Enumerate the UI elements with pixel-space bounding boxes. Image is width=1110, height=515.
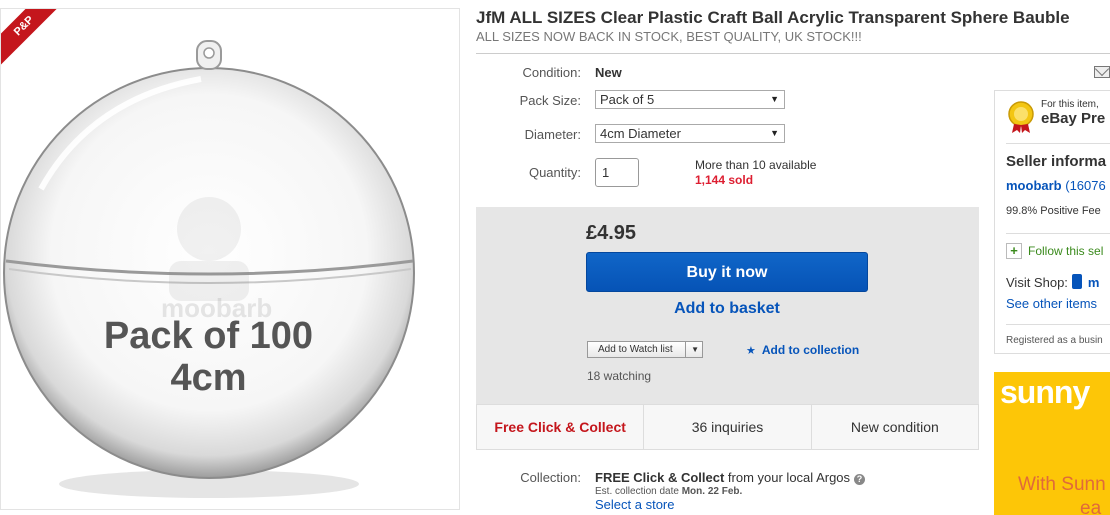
add-to-collection-label: Add to collection xyxy=(761,343,860,357)
collection-from-text: from your local Argos xyxy=(724,470,851,485)
watch-list-label: Add to Watch list xyxy=(598,344,673,355)
title-divider xyxy=(476,53,1110,54)
buy-it-now-button[interactable]: Buy it now xyxy=(586,252,868,292)
shop-icon xyxy=(1071,274,1082,289)
pack-size-select[interactable]: Pack of 5 ▼ xyxy=(595,90,785,109)
feature-inquiries: 36 inquiries xyxy=(644,405,812,449)
product-image xyxy=(3,40,415,498)
feature-strip: Free Click & Collect 36 inquiries New co… xyxy=(476,404,979,450)
collection-date: Est. collection date Mon. 22 Feb. xyxy=(595,486,742,497)
pack-overlay-line1: Pack of 100 xyxy=(103,315,314,357)
seller-info-heading: Seller informa xyxy=(1006,153,1107,170)
feature-click-collect: Free Click & Collect xyxy=(477,405,645,449)
collection-label: Collection: xyxy=(520,470,581,485)
visit-shop[interactable]: Visit Shop: m xyxy=(1006,274,1099,290)
ad-logo: sunny xyxy=(1000,374,1090,410)
collection-free-text: FREE Click & Collect xyxy=(595,470,725,485)
see-other-items-link[interactable]: See other items xyxy=(1006,296,1097,311)
help-icon[interactable]: ? xyxy=(854,474,866,485)
add-to-basket-button[interactable]: Add to basket xyxy=(586,300,868,318)
pack-overlay-text: Pack of 100 4cm xyxy=(61,315,356,399)
sidebar-divider xyxy=(1006,233,1110,234)
dropdown-arrow-icon: ▼ xyxy=(770,94,779,104)
premium-title: eBay Pre xyxy=(1041,110,1106,127)
visit-shop-label: Visit Shop: xyxy=(1006,275,1068,290)
seller-score: (16076 xyxy=(1061,178,1106,193)
seller-name-link[interactable]: moobarb (16076 xyxy=(1006,178,1106,193)
listing-title: JfM ALL SIZES Clear Plastic Craft Ball A… xyxy=(476,8,1070,27)
sold-count[interactable]: 1,144 sold xyxy=(695,173,753,187)
seller-name: moobarb xyxy=(1006,178,1062,193)
medal-icon xyxy=(1008,101,1034,133)
registered-business: Registered as a busin xyxy=(1006,335,1103,346)
pack-size-selected: Pack of 5 xyxy=(600,92,655,107)
feature-condition: New condition xyxy=(850,419,939,435)
ad-text-2: ea xyxy=(1080,498,1102,515)
add-to-collection-link[interactable]: ★ Add to collection xyxy=(746,343,859,357)
ad-text: With Sunn xyxy=(1018,474,1106,495)
watch-list-divider xyxy=(685,342,686,357)
dropdown-arrow-icon: ▼ xyxy=(770,128,779,138)
follow-seller-button[interactable]: + Follow this sel xyxy=(1006,243,1103,259)
diameter-selected: 4cm Diameter xyxy=(600,126,681,141)
select-store-link[interactable]: Select a store xyxy=(595,497,675,512)
condition-value: New xyxy=(595,65,622,80)
listing-subtitle: ALL SIZES NOW BACK IN STOCK, BEST QUALIT… xyxy=(476,29,862,44)
collection-text: FREE Click & Collect from your local Arg… xyxy=(595,470,866,485)
price: £4.95 xyxy=(586,222,637,244)
mail-icon[interactable] xyxy=(1094,66,1110,78)
collection-date-value: Mon. 22 Feb. xyxy=(681,486,743,497)
watching-count: 18 watching xyxy=(587,369,652,383)
positive-feedback: 99.8% Positive Fee xyxy=(1006,205,1101,217)
plus-icon: + xyxy=(1006,243,1022,259)
follow-seller-label: Follow this sel xyxy=(1028,244,1104,258)
pack-overlay-line2: 4cm xyxy=(170,357,247,399)
sidebar-divider xyxy=(1006,143,1110,144)
shop-link[interactable]: m xyxy=(1088,275,1100,290)
pack-size-label: Pack Size: xyxy=(519,93,581,108)
add-to-watch-list-button[interactable]: Add to Watch list ▼ xyxy=(587,341,703,358)
quantity-input[interactable]: 1 xyxy=(595,158,639,187)
quantity-label: Quantity: xyxy=(528,165,581,180)
diameter-select[interactable]: 4cm Diameter ▼ xyxy=(595,124,785,143)
chevron-down-icon[interactable]: ▼ xyxy=(691,342,699,357)
sidebar-divider xyxy=(1006,324,1110,325)
sunny-ad[interactable]: sunny With Sunn ea xyxy=(994,372,1110,515)
product-image-panel[interactable]: P&P moobarb Pack of 100 4cm xyxy=(0,8,460,510)
collection-date-prefix: Est. collection date xyxy=(595,486,682,497)
condition-label: Condition: xyxy=(522,65,581,80)
diameter-label: Diameter: xyxy=(524,127,581,142)
star-icon: ★ xyxy=(746,345,756,357)
premium-caption: For this item, xyxy=(1041,99,1099,110)
availability-text: More than 10 available xyxy=(695,158,817,172)
